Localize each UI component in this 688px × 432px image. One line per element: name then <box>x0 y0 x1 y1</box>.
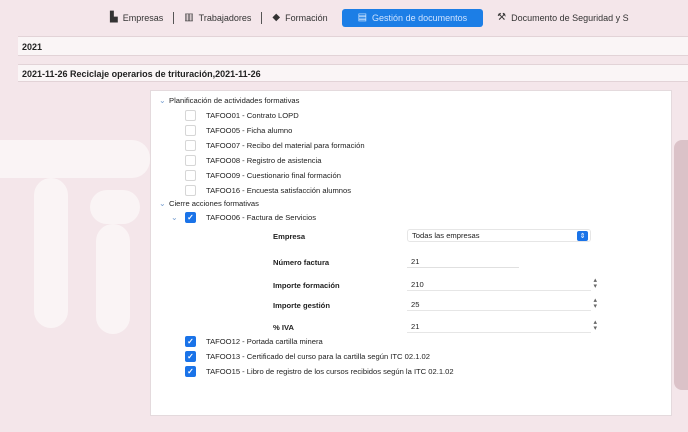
tab-gestion-documentos-label: Gestión de documentos <box>372 13 468 23</box>
checkbox[interactable] <box>185 109 196 121</box>
stepper-arrows-icon[interactable]: ▴ ▾ <box>593 319 597 332</box>
workers-icon: ▥ <box>184 12 194 23</box>
importe-gestion-stepper[interactable]: 25 ▴ ▾ <box>407 297 597 311</box>
iva-value: 21 <box>411 321 420 331</box>
tools-icon: ⚒ <box>497 12 507 23</box>
item-label: TAFOO07 - Recibo del material para forma… <box>206 140 365 150</box>
graduation-cap-icon: ◆ <box>272 12 281 23</box>
list-item[interactable]: ✓ TAFOO13 - Certificado del curso para l… <box>185 350 430 362</box>
list-item[interactable]: TAFOO07 - Recibo del material para forma… <box>185 139 365 151</box>
list-item[interactable]: TAFOO05 - Ficha alumno <box>185 124 292 136</box>
tab-documento-seguridad[interactable]: ⚒ Documento de Seguridad y S <box>487 9 629 27</box>
tab-formacion[interactable]: ◆ Formación <box>262 9 337 27</box>
toolbar: ▙ Empresas ▥ Trabajadores ◆ Formación ▤ … <box>0 0 688 36</box>
item-label: TAFOO06 - Factura de Servicios <box>206 212 317 222</box>
list-item[interactable]: ✓ TAFOO12 - Portada cartilla minera <box>185 335 323 347</box>
background-logo <box>0 140 150 340</box>
item-label: TAFOO01 - Contrato LOPD <box>206 110 299 120</box>
checkbox[interactable]: ✓ <box>185 335 196 347</box>
chevron-down-icon[interactable]: ⌄ <box>159 96 169 105</box>
group-label: Cierre acciones formativas <box>169 198 259 208</box>
list-item[interactable]: ✓ TAFOO15 - Libro de registro de los cur… <box>185 365 454 377</box>
tab-trabajadores-label: Trabajadores <box>198 13 252 23</box>
importe-gestion-value: 25 <box>411 299 420 309</box>
list-item[interactable]: TAFOO01 - Contrato LOPD <box>185 109 299 121</box>
side-decoration <box>674 140 688 390</box>
documents-tree-panel: ⌄ Planificación de actividades formativa… <box>150 90 672 416</box>
list-item[interactable]: TAFOO08 - Registro de asistencia <box>185 154 322 166</box>
list-item[interactable]: TAFOO09 - Cuestionario final formación <box>185 169 341 181</box>
chevron-down-icon[interactable]: ⌄ <box>171 213 181 222</box>
item-label: TAFOO12 - Portada cartilla minera <box>206 336 323 346</box>
checkbox[interactable]: ✓ <box>185 211 196 223</box>
documents-icon: ▤ <box>357 12 368 23</box>
item-label: TAFOO09 - Cuestionario final formación <box>206 170 341 180</box>
tab-formacion-label: Formación <box>285 13 328 23</box>
importe-formacion-value: 210 <box>411 279 424 289</box>
stepper-arrows-icon[interactable]: ▴ ▾ <box>593 297 597 310</box>
item-label: TAFOO15 - Libro de registro de los curso… <box>206 366 454 376</box>
iva-stepper[interactable]: 21 ▴ ▾ <box>407 319 597 333</box>
importe-gestion-label: Importe gestión <box>273 301 330 310</box>
item-label: TAFOO05 - Ficha alumno <box>206 125 293 135</box>
empresa-label: Empresa <box>273 232 306 241</box>
checkbox[interactable] <box>185 184 196 196</box>
checkbox[interactable] <box>185 124 196 136</box>
tab-documento-seguridad-label: Documento de Seguridad y S <box>511 13 629 23</box>
item-label: TAFOO08 - Registro de asistencia <box>206 155 322 165</box>
stepper-arrows-icon[interactable]: ▴ ▾ <box>593 277 597 290</box>
tree-group-planificacion[interactable]: ⌄ Planificación de actividades formativa… <box>159 94 299 106</box>
year-row[interactable]: 2021 <box>18 36 688 56</box>
tree-item-factura[interactable]: ⌄ ✓ TAFOO06 - Factura de Servicios <box>171 211 316 223</box>
importe-formacion-label: Importe formación <box>273 281 340 290</box>
numero-factura-label: Número factura <box>273 258 330 267</box>
checkbox[interactable] <box>185 154 196 166</box>
importe-formacion-stepper[interactable]: 210 ▴ ▾ <box>407 277 597 291</box>
list-item[interactable]: TAFOO16 - Encuesta satisfacción alumnos <box>185 184 351 196</box>
checkbox[interactable]: ✓ <box>185 350 196 362</box>
page-title: 2021-11-26 Reciclaje operarios de tritur… <box>18 64 688 82</box>
item-label: TAFOO13 - Certificado del curso para la … <box>206 351 430 361</box>
item-label: TAFOO16 - Encuesta satisfacción alumnos <box>206 185 352 195</box>
tree-group-cierre[interactable]: ⌄ Cierre acciones formativas <box>159 197 259 209</box>
empresa-value: Todas las empresas <box>412 231 480 240</box>
building-icon: ▙ <box>110 12 118 23</box>
checkbox[interactable]: ✓ <box>185 365 196 377</box>
iva-label: % IVA <box>273 323 294 332</box>
tab-gestion-documentos[interactable]: ▤ Gestión de documentos <box>341 9 484 27</box>
chevron-updown-icon[interactable]: ⇕ <box>577 231 588 241</box>
group-label: Planificación de actividades formativas <box>169 95 300 105</box>
tab-trabajadores[interactable]: ▥ Trabajadores <box>174 9 261 27</box>
checkbox[interactable] <box>185 139 196 151</box>
tab-empresas-label: Empresas <box>122 13 164 23</box>
numero-factura-field[interactable]: 21 <box>407 255 519 268</box>
chevron-down-icon[interactable]: ⌄ <box>159 199 169 208</box>
tab-empresas[interactable]: ▙ Empresas <box>100 9 173 27</box>
checkbox[interactable] <box>185 169 196 181</box>
empresa-select[interactable]: Todas las empresas ⇕ <box>407 229 591 242</box>
